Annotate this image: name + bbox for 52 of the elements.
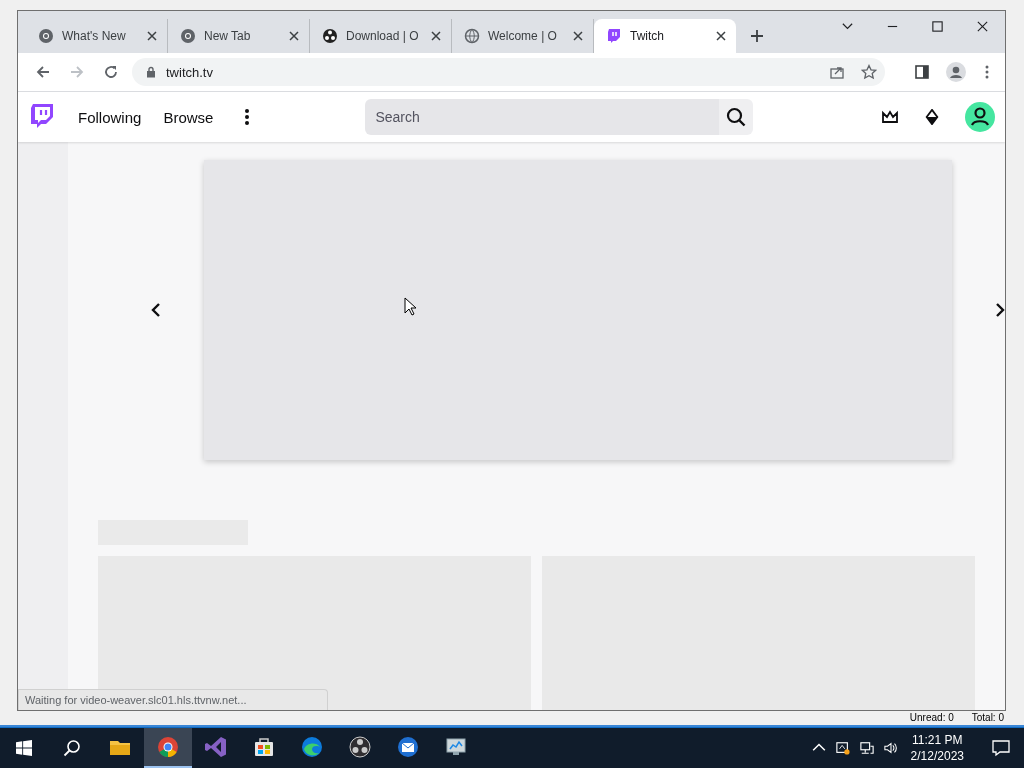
network-icon[interactable] — [859, 741, 874, 755]
close-icon[interactable] — [716, 31, 726, 41]
browser-tab[interactable]: New Tab — [168, 19, 310, 53]
plus-icon[interactable] — [750, 29, 764, 43]
chrome-icon — [180, 28, 196, 44]
chrome-icon — [38, 28, 54, 44]
close-icon[interactable] — [147, 31, 157, 41]
side-panel-icon[interactable] — [914, 64, 930, 80]
back-arrow-icon[interactable] — [35, 64, 51, 80]
globe-icon — [464, 28, 480, 44]
clock-date[interactable]: 2/12/2023 — [910, 748, 964, 764]
store-icon — [252, 735, 276, 759]
infinity-icon — [204, 735, 228, 759]
close-icon[interactable] — [431, 31, 441, 41]
twitch-icon — [606, 28, 622, 44]
nav-link[interactable]: Following — [78, 108, 142, 126]
lock-icon — [146, 66, 156, 78]
browser-tab[interactable]: Twitch — [594, 19, 736, 53]
search-button[interactable] — [719, 99, 754, 135]
search-icon — [726, 107, 747, 127]
close-icon[interactable] — [289, 31, 299, 41]
browser-tab[interactable]: What's New — [26, 19, 168, 53]
obs-icon — [322, 28, 338, 44]
chrome-icon — [156, 735, 180, 759]
status-text: Total: 0 — [971, 712, 1004, 724]
obs-icon — [348, 735, 372, 759]
status-text: Unread: 0 — [909, 712, 954, 724]
speaker-icon[interactable] — [883, 741, 898, 755]
clock-time[interactable]: 11:21 PM — [912, 732, 963, 748]
diamond-icon[interactable] — [923, 109, 941, 125]
mouse-pointer-icon — [404, 297, 416, 317]
menu-icon[interactable] — [985, 64, 989, 80]
wave-icon — [300, 735, 324, 759]
status-bubble: Waiting for video-weaver.slc01.hls.ttvnw.net... — [18, 689, 328, 710]
crown-icon[interactable] — [881, 109, 899, 125]
address-bar[interactable]: twitch.tv — [132, 58, 885, 86]
twitch-logo-icon[interactable] — [30, 103, 54, 131]
browser-tab[interactable]: Download | O — [310, 19, 452, 53]
star-icon[interactable] — [861, 64, 877, 80]
share-icon[interactable] — [829, 64, 845, 80]
notification-icon[interactable] — [992, 739, 1010, 757]
user-avatar-icon[interactable] — [965, 102, 995, 132]
chevron-right-icon[interactable] — [994, 302, 1005, 318]
search-field[interactable]: Search — [365, 99, 720, 135]
profile-icon[interactable] — [946, 62, 966, 82]
reload-icon[interactable] — [103, 64, 119, 80]
nav-link[interactable]: Browse — [163, 108, 214, 126]
url-text: twitch.tv — [166, 64, 213, 80]
close-icon[interactable] — [573, 31, 583, 41]
envelope-icon — [396, 735, 420, 759]
chevron-left-icon[interactable] — [150, 302, 162, 318]
more-icon[interactable] — [245, 108, 250, 126]
